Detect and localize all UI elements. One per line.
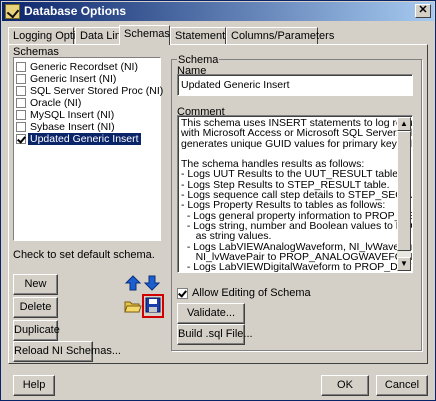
title-bar[interactable]: Database Options ✕ [2, 2, 434, 21]
build-sql-file-button[interactable]: Build .sql File... [177, 324, 253, 345]
schema-list-item[interactable]: Oracle (NI) [16, 97, 158, 109]
arrow-down-icon[interactable] [143, 274, 161, 292]
schema-list-item[interactable]: Sybase Insert (NI) [16, 121, 158, 133]
default-schema-checkbox[interactable] [16, 62, 26, 72]
schema-item-label: SQL Server Stored Proc (NI) [30, 85, 164, 97]
schema-comment-field[interactable]: This schema uses INSERT statements to lo… [177, 115, 413, 273]
schema-name-field[interactable]: Updated Generic Insert [177, 74, 413, 96]
tab-columns-parameters[interactable]: Columns/Parameters [226, 27, 334, 44]
window-title: Database Options [24, 4, 127, 18]
default-schema-checkbox[interactable] [16, 134, 26, 144]
default-schema-hint: Check to set default schema. [13, 249, 155, 261]
schema-item-label: Oracle (NI) [30, 97, 82, 109]
database-options-window: Database Options ✕ Logging Options Data … [0, 0, 436, 401]
comment-scrollbar[interactable]: ▲ ▼ [397, 117, 411, 271]
reload-ni-schemas-button[interactable]: Reload NI Schemas... [13, 341, 121, 362]
scroll-up-arrow-icon[interactable]: ▲ [397, 117, 411, 131]
default-schema-checkbox[interactable] [16, 122, 26, 132]
duplicate-button[interactable]: Duplicate [13, 320, 60, 341]
schema-item-label: Sybase Insert (NI) [30, 121, 115, 133]
schema-list-item[interactable]: SQL Server Stored Proc (NI) [16, 85, 163, 97]
schema-name-value: Updated Generic Insert [181, 79, 290, 91]
allow-editing-checkbox[interactable] [177, 288, 189, 300]
floppy-disk-icon[interactable] [142, 294, 164, 318]
schema-list-item-selected[interactable]: Updated Generic Insert [16, 133, 158, 145]
schema-item-label: Updated Generic Insert [28, 133, 141, 145]
default-schema-checkbox[interactable] [16, 98, 26, 108]
schema-list-item[interactable]: Generic Insert (NI) [16, 73, 158, 85]
schema-list-item[interactable]: MySQL Insert (NI) [16, 109, 158, 121]
new-button[interactable]: New [13, 274, 58, 295]
validate-button[interactable]: Validate... [177, 303, 245, 324]
tab-statements[interactable]: Statements [170, 27, 231, 44]
schema-comment-text: This schema uses INSERT statements to lo… [181, 117, 413, 273]
schema-item-label: Generic Recordset (NI) [30, 61, 138, 73]
tab-schemas[interactable]: Schemas [119, 25, 170, 45]
delete-button[interactable]: Delete [13, 297, 58, 318]
schema-item-label: Generic Insert (NI) [30, 73, 117, 85]
ok-button[interactable]: OK [321, 375, 369, 396]
allow-editing-label: Allow Editing of Schema [192, 287, 311, 299]
schema-list-item[interactable]: Generic Recordset (NI) [16, 61, 158, 73]
default-schema-checkbox[interactable] [16, 110, 26, 120]
tab-data-link[interactable]: Data Link [75, 27, 126, 44]
checkmark-app-icon [5, 4, 20, 19]
arrow-up-icon[interactable] [124, 274, 142, 292]
default-schema-checkbox[interactable] [16, 74, 26, 84]
help-button[interactable]: Help [13, 375, 55, 396]
tab-logging-options[interactable]: Logging Options [8, 27, 93, 44]
allow-editing-check-icon [177, 288, 188, 299]
cancel-button[interactable]: Cancel [376, 375, 428, 396]
schemas-list[interactable]: Generic Recordset (NI) Generic Insert (N… [13, 57, 163, 241]
schema-item-label: MySQL Insert (NI) [30, 109, 115, 121]
scroll-down-arrow-icon[interactable]: ▼ [397, 257, 411, 271]
default-schema-checkbox[interactable] [16, 86, 26, 96]
close-button[interactable]: ✕ [415, 4, 431, 18]
scroll-thumb[interactable] [397, 131, 411, 251]
folder-open-icon[interactable] [124, 297, 142, 315]
